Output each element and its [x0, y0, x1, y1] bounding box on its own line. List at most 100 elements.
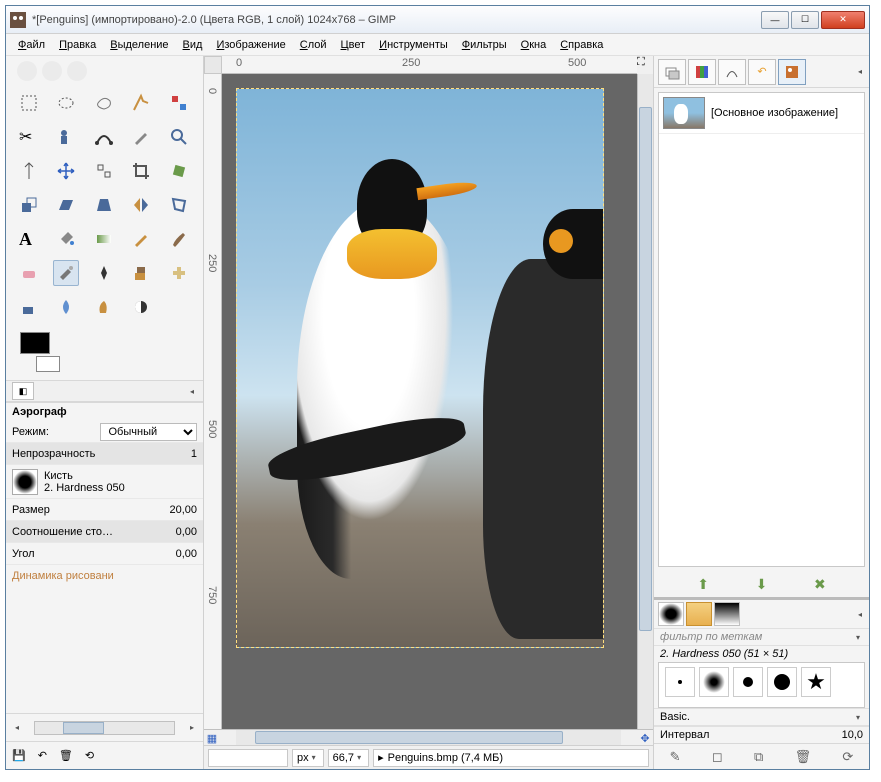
- foreground-select-tool[interactable]: [53, 124, 79, 150]
- menu-image[interactable]: Изображение: [210, 37, 291, 53]
- mode-select[interactable]: Обычный: [100, 423, 198, 441]
- new-brush-icon[interactable]: ◻: [712, 749, 723, 765]
- canvas-scrollbar-h[interactable]: ▦ ✥: [204, 729, 653, 745]
- left-scrollbar[interactable]: [34, 721, 175, 735]
- ratio-value[interactable]: 0,00: [153, 526, 197, 538]
- image-item[interactable]: [Основное изображение]: [659, 93, 864, 134]
- menu-view[interactable]: Вид: [177, 37, 209, 53]
- shear-tool[interactable]: [53, 192, 79, 218]
- zoom-select[interactable]: 66,7 ▾: [328, 749, 369, 767]
- brush-category[interactable]: Basic.: [660, 711, 853, 723]
- rect-select-tool[interactable]: [16, 90, 42, 116]
- brushes-tab[interactable]: [658, 602, 684, 626]
- raise-icon[interactable]: ⬆: [697, 576, 709, 593]
- brush-swatch[interactable]: [665, 667, 695, 697]
- quick-mask-icon[interactable]: ▦: [204, 730, 220, 746]
- blend-tool[interactable]: [91, 226, 117, 252]
- move-tool[interactable]: [53, 158, 79, 184]
- brush-swatch[interactable]: [767, 667, 797, 697]
- cage-tool[interactable]: [166, 192, 192, 218]
- dock-menu-left[interactable]: ◂: [187, 387, 197, 396]
- crop-tool[interactable]: [128, 158, 154, 184]
- align-tool[interactable]: [91, 158, 117, 184]
- perspective-clone-tool[interactable]: [16, 294, 42, 320]
- brush-swatch[interactable]: [699, 667, 729, 697]
- gradients-tab[interactable]: [714, 602, 740, 626]
- brush-swatch[interactable]: [733, 667, 763, 697]
- zoom-tool[interactable]: [166, 124, 192, 150]
- perspective-tool[interactable]: [91, 192, 117, 218]
- menu-help[interactable]: Справка: [554, 37, 609, 53]
- menu-windows[interactable]: Окна: [515, 37, 553, 53]
- color-select-tool[interactable]: [166, 90, 192, 116]
- text-tool[interactable]: A: [16, 226, 42, 252]
- delete-options-icon[interactable]: 🗑: [59, 749, 73, 762]
- smudge-tool[interactable]: [91, 294, 117, 320]
- brush-swatch[interactable]: ★: [801, 667, 831, 697]
- navigate-icon[interactable]: ✥: [637, 730, 653, 746]
- delete-image-icon[interactable]: ✖: [814, 576, 826, 593]
- angle-value[interactable]: 0,00: [153, 548, 197, 560]
- ink-tool[interactable]: [91, 260, 117, 286]
- menu-file[interactable]: Файл: [12, 37, 51, 53]
- save-options-icon[interactable]: 💾: [12, 749, 26, 762]
- flip-tool[interactable]: [128, 192, 154, 218]
- paths-tab[interactable]: [718, 59, 746, 85]
- color-picker-tool[interactable]: [128, 124, 154, 150]
- interval-value[interactable]: 10,0: [842, 729, 863, 741]
- airbrush-tool[interactable]: [53, 260, 79, 286]
- delete-brush-icon[interactable]: 🗑: [795, 749, 812, 765]
- scale-tool[interactable]: [16, 192, 42, 218]
- brush-filter-input[interactable]: фильтр по меткам: [660, 631, 853, 643]
- bg-color-swatch[interactable]: [36, 356, 60, 372]
- edit-brush-icon[interactable]: ✎: [670, 749, 681, 765]
- menu-edit[interactable]: Правка: [53, 37, 102, 53]
- fuzzy-select-tool[interactable]: [128, 90, 154, 116]
- right-dock-menu-top[interactable]: ◂: [855, 67, 865, 76]
- paintbrush-tool[interactable]: [166, 226, 192, 252]
- lasso-tool[interactable]: [91, 90, 117, 116]
- dynamics-label[interactable]: Динамика рисовани: [12, 570, 197, 582]
- ellipse-select-tool[interactable]: [53, 90, 79, 116]
- ruler-horizontal[interactable]: 0 250 500: [222, 56, 637, 74]
- refresh-brushes-icon[interactable]: ⟳: [842, 749, 853, 765]
- images-tab[interactable]: [778, 59, 806, 85]
- scissors-tool[interactable]: ✂: [16, 124, 42, 150]
- patterns-tab[interactable]: [686, 602, 712, 626]
- lower-icon[interactable]: ⬇: [756, 576, 768, 593]
- unit-select[interactable]: px ▾: [292, 749, 324, 767]
- layers-tab[interactable]: [658, 59, 686, 85]
- ruler-vertical[interactable]: 0 250 500 750: [204, 74, 222, 729]
- heal-tool[interactable]: [166, 260, 192, 286]
- brush-preview[interactable]: [12, 469, 38, 495]
- clone-tool[interactable]: [128, 260, 154, 286]
- measure-tool[interactable]: [16, 158, 42, 184]
- ruler-corner[interactable]: [204, 56, 222, 74]
- image-content[interactable]: [236, 88, 604, 648]
- maximize-button[interactable]: ☐: [791, 11, 819, 29]
- minimize-button[interactable]: —: [761, 11, 789, 29]
- bucket-fill-tool[interactable]: [53, 226, 79, 252]
- filter-dropdown-icon[interactable]: ▾: [853, 633, 863, 642]
- zoom-fit-icon[interactable]: ⛶: [637, 56, 653, 74]
- opacity-value[interactable]: 1: [153, 448, 197, 460]
- undo-history-tab[interactable]: ↶: [748, 59, 776, 85]
- eraser-tool[interactable]: [16, 260, 42, 286]
- canvas-scrollbar-v[interactable]: [637, 74, 653, 729]
- canvas[interactable]: [222, 74, 637, 729]
- titlebar[interactable]: *[Penguins] (импортировано)-2.0 (Цвета R…: [6, 6, 869, 34]
- category-dropdown-icon[interactable]: ▾: [853, 713, 863, 722]
- menu-select[interactable]: Выделение: [104, 37, 174, 53]
- pencil-tool[interactable]: [128, 226, 154, 252]
- menu-filters[interactable]: Фильтры: [456, 37, 513, 53]
- reset-options-icon[interactable]: ⟲: [85, 749, 94, 762]
- restore-options-icon[interactable]: ↶: [38, 749, 47, 762]
- menu-layer[interactable]: Слой: [294, 37, 333, 53]
- brush-name[interactable]: 2. Hardness 050: [44, 482, 197, 494]
- right-dock-menu-bottom[interactable]: ◂: [855, 610, 865, 619]
- menu-color[interactable]: Цвет: [335, 37, 372, 53]
- scroll-right-icon[interactable]: ▸: [187, 723, 197, 732]
- image-thumbnail[interactable]: [663, 97, 705, 129]
- duplicate-brush-icon[interactable]: ⧉: [754, 749, 763, 765]
- menu-tools[interactable]: Инструменты: [373, 37, 454, 53]
